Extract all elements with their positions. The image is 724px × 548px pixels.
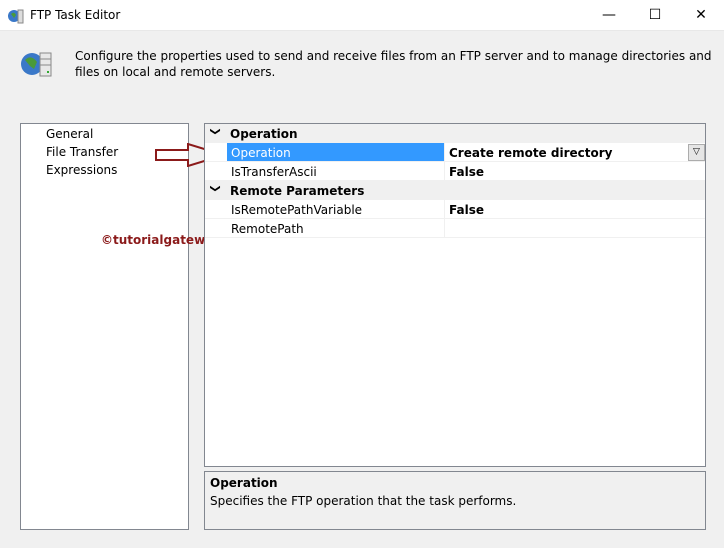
property-grid: ❯ Operation Operation Create remote direct… <box>204 123 706 467</box>
nav-item-file-transfer[interactable]: File Transfer <box>46 145 118 159</box>
category-operation[interactable]: ❯ Operation <box>205 124 705 143</box>
description-panel: Operation Specifies the FTP operation th… <box>204 471 706 530</box>
property-row-isremotepathvariable[interactable]: IsRemotePathVariable False <box>205 200 705 219</box>
window-title: FTP Task Editor <box>30 8 121 22</box>
ftp-task-icon <box>8 9 24 24</box>
chevron-down-icon[interactable]: ❯ <box>210 127 221 135</box>
maximize-button[interactable]: ☐ <box>632 0 678 31</box>
category-remote-parameters[interactable]: ❯ Remote Parameters <box>205 181 705 200</box>
close-button[interactable]: ✕ <box>678 0 724 31</box>
description-text: Specifies the FTP operation that the tas… <box>210 494 517 508</box>
header-description: Configure the properties used to send an… <box>75 49 712 79</box>
property-row-remotepath[interactable]: RemotePath <box>205 219 705 238</box>
property-row-operation[interactable]: Operation Create remote directory ▽ <box>205 143 705 162</box>
minimize-button[interactable]: — <box>586 0 632 31</box>
title-bar: FTP Task Editor — ☐ ✕ <box>0 0 724 31</box>
property-row-istransferascii[interactable]: IsTransferAscii False <box>205 162 705 181</box>
nav-item-expressions[interactable]: Expressions <box>46 163 117 177</box>
nav-list: General File Transfer Expressions <box>20 123 189 530</box>
nav-item-general[interactable]: General <box>46 127 93 141</box>
chevron-down-icon[interactable]: ❯ <box>210 184 221 192</box>
dropdown-chevron-icon[interactable]: ▽ <box>688 144 705 161</box>
description-title: Operation <box>210 476 278 490</box>
ftp-globe-server-icon <box>21 52 52 77</box>
